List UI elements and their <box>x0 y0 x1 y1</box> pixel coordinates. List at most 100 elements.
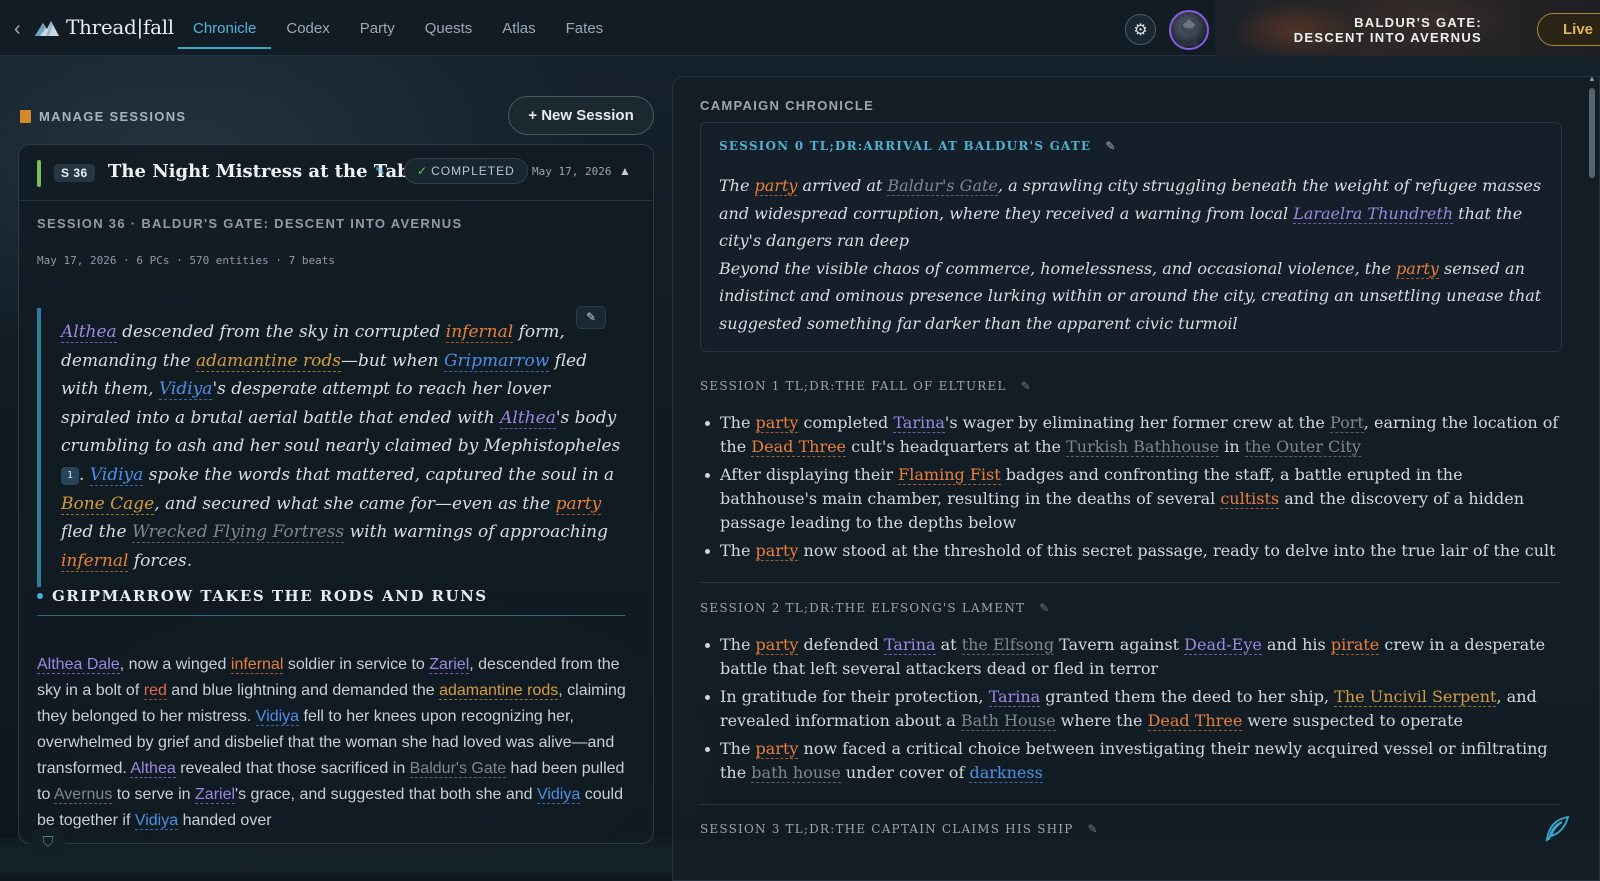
entity-link[interactable]: party <box>755 541 799 561</box>
entity-link[interactable]: party <box>755 739 799 759</box>
session-card: S 36 The Night Mistress at the Table ✎ ✓… <box>18 144 654 844</box>
entity-link[interactable]: Dead Three <box>751 437 847 457</box>
entity-link[interactable]: darkness <box>969 763 1043 783</box>
session-0-heading[interactable]: SESSION 0 TL;DR:ARRIVAL AT BALDUR'S GATE… <box>719 139 1117 153</box>
text-run: Tavern against <box>1054 635 1185 654</box>
entity-link[interactable]: infernal <box>445 322 514 343</box>
entity-link[interactable]: cultists <box>1220 489 1280 509</box>
entity-link[interactable]: Althea <box>500 407 556 429</box>
text-run: under cover of <box>840 763 970 782</box>
entity-link[interactable]: Vidiya <box>536 786 581 804</box>
session-1-heading[interactable]: SESSION 1 TL;DR:THE FALL OF ELTUREL ✎ <box>700 379 1032 393</box>
entity-link[interactable]: Zariel <box>429 656 470 674</box>
edit-pencil-icon[interactable]: ✎ <box>1021 379 1032 393</box>
check-icon: ✓ <box>417 164 429 178</box>
tab-codex[interactable]: Codex <box>271 0 344 56</box>
edit-title-pencil-icon[interactable]: ✎ <box>375 164 385 178</box>
entity-link[interactable]: Bone Cage <box>61 493 155 515</box>
entity-link[interactable]: Flaming Fist <box>898 465 1001 485</box>
entity-link[interactable]: adamantine rods <box>195 350 341 372</box>
tab-fates[interactable]: Fates <box>551 0 619 56</box>
entity-link[interactable]: Turkish Bathhouse <box>1066 437 1220 457</box>
scroll-up-arrow-icon[interactable]: ▲ <box>1588 74 1596 83</box>
entity-link[interactable]: Althea <box>61 322 117 343</box>
session-0-summary: The party arrived at Baldur's Gate, a sp… <box>719 172 1549 337</box>
entity-link[interactable]: party <box>755 413 799 433</box>
text-run: The <box>720 541 756 560</box>
text-run: with warnings of approaching <box>344 522 609 543</box>
tab-party[interactable]: Party <box>345 0 410 56</box>
entity-link[interactable]: the Elfsong <box>961 635 1055 655</box>
text-run: granted them the deed to her ship, <box>1040 687 1335 706</box>
session-2-heading[interactable]: SESSION 2 TL;DR:THE ELFSONG'S LAMENT ✎ <box>700 601 1051 615</box>
entity-link[interactable]: party <box>755 635 799 655</box>
entity-link[interactable]: party <box>754 176 798 196</box>
live-status-badge[interactable]: Live <box>1537 13 1600 46</box>
new-session-button[interactable]: + New Session <box>508 96 654 135</box>
edit-pencil-icon[interactable]: ✎ <box>1088 822 1099 836</box>
app-name: Thread|fall <box>66 15 174 39</box>
entity-link[interactable]: Vidiya <box>89 464 144 486</box>
list-item: The party now faced a critical choice be… <box>700 737 1560 785</box>
summary-paragraph: Beyond the visible chaos of commerce, ho… <box>719 255 1549 338</box>
session-card-header[interactable]: S 36 The Night Mistress at the Table ✎ ✓… <box>19 145 653 201</box>
pencil-icon: ✎ <box>585 310 597 324</box>
tab-quests[interactable]: Quests <box>410 0 488 56</box>
entity-link[interactable]: Avernus <box>53 786 113 804</box>
quill-icon[interactable] <box>1542 814 1572 844</box>
entity-link[interactable]: Tarina <box>893 413 945 433</box>
list-item: After displaying their Flaming Fist badg… <box>700 463 1560 535</box>
beat-dot-icon <box>37 593 43 599</box>
user-avatar[interactable] <box>1169 10 1209 50</box>
entity-link[interactable]: the Outer City <box>1244 437 1361 457</box>
entity-link[interactable]: Tarina <box>883 635 936 655</box>
edit-summary-button[interactable]: ✎ <box>576 306 606 329</box>
session-subtitle: SESSION 36 · BALDUR'S GATE: DESCENT INTO… <box>37 216 463 231</box>
entity-link[interactable]: Dead Three <box>1147 711 1243 731</box>
citation-badge[interactable]: 1 <box>61 466 79 485</box>
entity-link[interactable]: red <box>143 682 167 700</box>
entity-link[interactable]: Dead-Eye <box>1184 635 1262 655</box>
entity-link[interactable]: party <box>1396 258 1439 279</box>
session-3-heading[interactable]: SESSION 3 TL;DR:THE CAPTAIN CLAIMS HIS S… <box>700 822 1099 836</box>
entity-link[interactable]: infernal <box>61 550 129 572</box>
entity-link[interactable]: Vidiya <box>158 379 213 401</box>
entity-link[interactable]: The Uncivil Serpent <box>1334 687 1497 707</box>
back-chevron-icon[interactable]: ‹ <box>14 18 21 41</box>
tab-chronicle[interactable]: Chronicle <box>178 0 272 56</box>
entity-link[interactable]: bath house <box>751 763 841 783</box>
entity-link[interactable]: Wrecked Flying Fortress <box>131 522 345 544</box>
session-date: May 17, 2026 <box>532 165 612 178</box>
entity-link[interactable]: Gripmarrow <box>443 350 550 372</box>
entity-link[interactable]: infernal <box>230 656 284 674</box>
status-label: COMPLETED <box>431 164 515 178</box>
entity-link[interactable]: adamantine rods <box>439 682 559 700</box>
entity-link[interactable]: Althea Dale <box>37 656 120 674</box>
collapse-caret-icon[interactable]: ▲ <box>619 164 631 178</box>
entity-link[interactable]: Port <box>1329 413 1364 433</box>
text-run: cult's headquarters at the <box>846 437 1067 456</box>
entity-link[interactable]: Baldur's Gate <box>887 176 998 196</box>
edit-pencil-icon[interactable]: ✎ <box>1039 601 1050 615</box>
entity-link[interactable]: party <box>555 493 602 515</box>
app-logo[interactable]: Thread|fall <box>34 15 174 39</box>
session-1-heading-text: SESSION 1 TL;DR:THE FALL OF ELTUREL <box>700 379 1007 393</box>
list-item: The party defended Tarina at the Elfsong… <box>700 633 1560 681</box>
text-run: The <box>720 413 756 432</box>
entity-link[interactable]: Vidiya <box>255 708 300 726</box>
entity-link[interactable]: Tarina <box>988 687 1041 707</box>
entity-link[interactable]: Laraelra Thundreth <box>1293 203 1454 224</box>
entity-link[interactable]: Zariel <box>195 786 236 804</box>
session-summary-quote: Althea descended from the sky in corrupt… <box>37 308 625 588</box>
entity-link[interactable]: Bath House <box>960 711 1056 731</box>
helmet-portrait-icon <box>1178 19 1200 47</box>
entity-link[interactable]: Baldur's Gate <box>409 760 507 778</box>
scrollbar-thumb[interactable] <box>1589 88 1595 178</box>
shield-icon[interactable]: ⛉ <box>30 825 66 861</box>
tab-atlas[interactable]: Atlas <box>487 0 550 56</box>
edit-pencil-icon[interactable]: ✎ <box>1105 139 1116 153</box>
entity-link[interactable]: Vidiya <box>134 812 179 830</box>
entity-link[interactable]: Althea <box>130 760 176 778</box>
settings-button[interactable]: ⚙ <box>1125 14 1156 45</box>
entity-link[interactable]: pirate <box>1330 635 1380 655</box>
